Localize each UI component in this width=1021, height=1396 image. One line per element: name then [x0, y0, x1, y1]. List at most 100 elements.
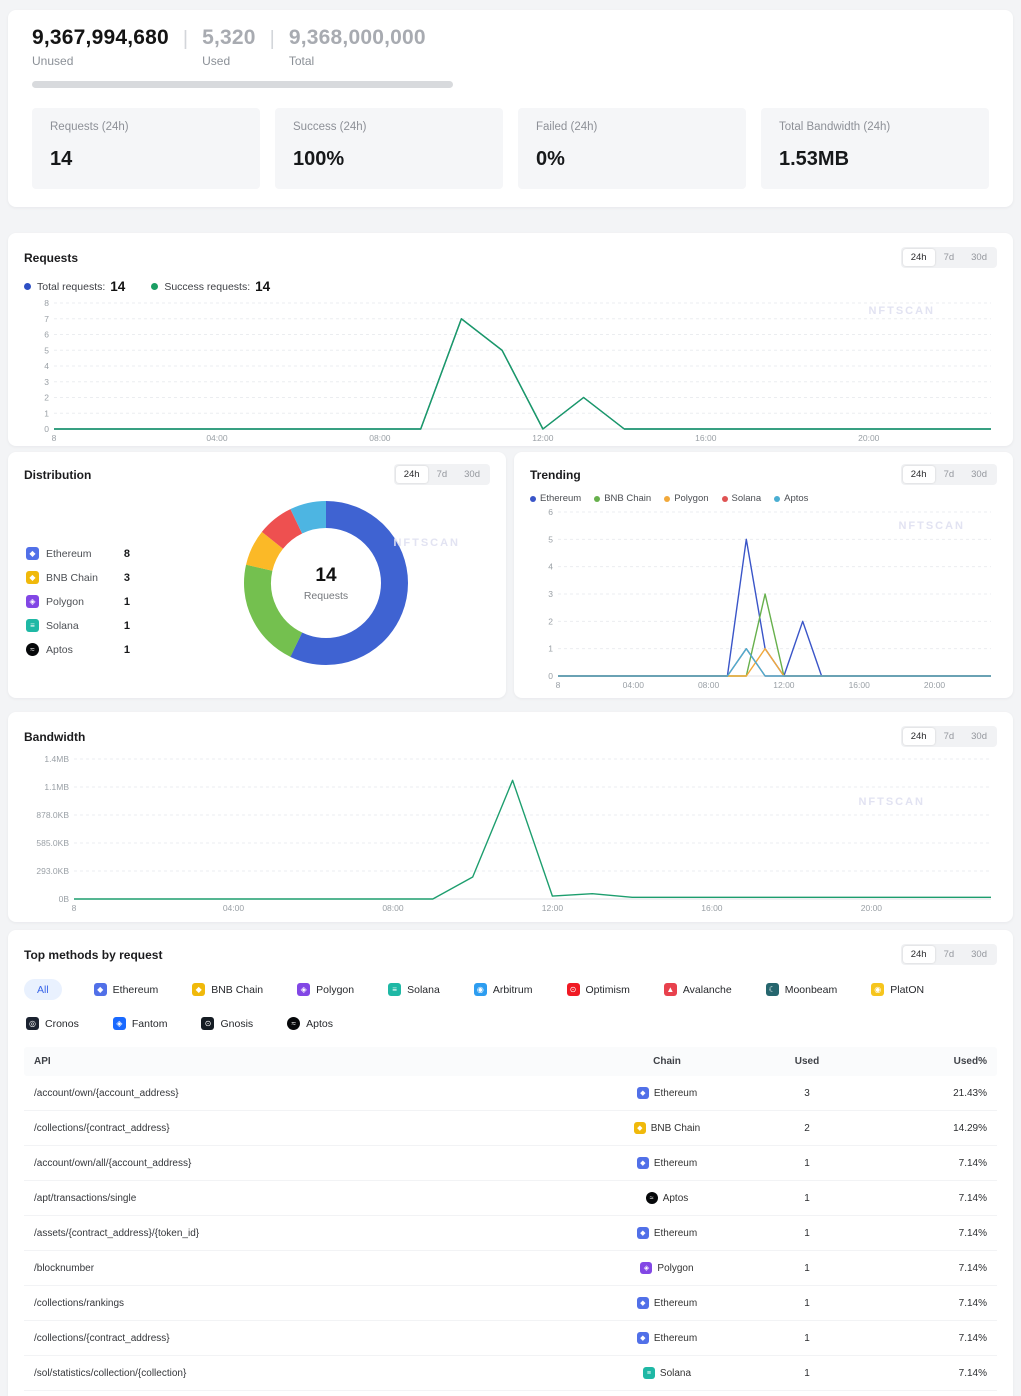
panel-title: Bandwidth — [24, 730, 85, 744]
chain-filter-chip-cronos[interactable]: ◎Cronos — [24, 1013, 81, 1034]
x-axis-label: 12:00 — [532, 433, 554, 443]
table-body: /account/own/{account_address}◆Ethereum3… — [24, 1076, 997, 1396]
chain-filter-chip-solana[interactable]: ≡Solana — [386, 979, 442, 1000]
polygon-icon: ◈ — [26, 595, 39, 608]
requests-panel-header: Requests 24h7d30d — [24, 247, 997, 268]
table-row: /collections/{contract_address}◆BNB Chai… — [24, 1111, 997, 1146]
requests-chart-svg: 012345678804:0008:0012:0016:0020:00 — [24, 297, 997, 445]
distribution-legend-item-polygon[interactable]: ◈Polygon1 — [26, 595, 130, 608]
legend-dot-icon — [774, 496, 780, 502]
panel-title: Trending — [530, 468, 581, 482]
chain-filter-chip-bnb-chain[interactable]: ◆BNB Chain — [190, 979, 265, 1000]
time-range-button-7d[interactable]: 7d — [429, 466, 456, 483]
chain-name: Ethereum — [654, 1298, 697, 1309]
time-range-button-24h[interactable]: 24h — [396, 466, 428, 483]
table-row: /collections/{contract_address}◆Ethereum… — [24, 1321, 997, 1356]
x-axis-label: 12:00 — [773, 680, 795, 690]
legend-dot-icon — [594, 496, 600, 502]
used-cell: 3 — [747, 1088, 867, 1099]
chain-filter-chip-optimism[interactable]: ⊙Optimism — [565, 979, 632, 1000]
used-cell: 1 — [747, 1298, 867, 1309]
trending-legend-item-solana[interactable]: Solana — [722, 493, 762, 504]
chip-label: Cronos — [45, 1018, 79, 1030]
x-axis-label: 8 — [72, 903, 77, 913]
unused-label: Unused — [32, 54, 169, 68]
chain-filter-chip-fantom[interactable]: ◈Fantom — [111, 1013, 170, 1034]
time-range-button-7d[interactable]: 7d — [936, 728, 963, 745]
platon-icon: ◉ — [871, 983, 884, 996]
chain-name: Ethereum — [654, 1158, 697, 1169]
chain-filter-chip-moonbeam[interactable]: ☾Moonbeam — [764, 979, 840, 1000]
table-row: /account/own/all/{account_address}◆Ether… — [24, 1146, 997, 1181]
usage-total-group: 9,368,000,000 Total — [289, 26, 426, 68]
solana-icon: ≡ — [643, 1367, 655, 1379]
time-range-button-30d[interactable]: 30d — [963, 728, 995, 745]
legend-item-success-requests-[interactable]: Success requests:14 — [151, 279, 270, 294]
bnb-chain-icon: ◆ — [26, 571, 39, 584]
donut-chart-mount — [242, 499, 410, 667]
chain-cell: ◆Ethereum — [587, 1087, 747, 1099]
legend-item-total-requests-[interactable]: Total requests:14 — [24, 279, 125, 294]
x-axis-label: 08:00 — [698, 680, 720, 690]
x-axis-label: 12:00 — [542, 903, 564, 913]
distribution-panel-header: Distribution 24h7d30d — [24, 464, 490, 485]
table-row: /collections/rankings◆Ethereum17.14% — [24, 1286, 997, 1321]
chain-filter-chip-platon[interactable]: ◉PlatON — [869, 979, 926, 1000]
distribution-legend-item-solana[interactable]: ≡Solana1 — [26, 619, 130, 632]
distribution-legend-item-ethereum[interactable]: ◆Ethereum8 — [26, 547, 130, 560]
chain-filter-chip-polygon[interactable]: ◈Polygon — [295, 979, 356, 1000]
series-line-success-requests — [54, 319, 991, 429]
trending-legend-item-aptos[interactable]: Aptos — [774, 493, 808, 504]
used-cell: 1 — [747, 1263, 867, 1274]
y-axis-label: 293.0KB — [36, 866, 69, 876]
distribution-legend-item-aptos[interactable]: ≈Aptos1 — [26, 643, 130, 656]
requests-line-chart: 012345678804:0008:0012:0016:0020:00 — [24, 297, 997, 445]
trending-legend-item-bnb-chain[interactable]: BNB Chain — [594, 493, 651, 504]
chain-name: Solana — [660, 1368, 691, 1379]
used-cell: 2 — [747, 1123, 867, 1134]
usage-progress-bar — [32, 81, 453, 88]
time-range-button-24h[interactable]: 24h — [903, 728, 935, 745]
chain-filter-chip-aptos[interactable]: ≈Aptos — [285, 1013, 335, 1034]
unused-value: 9,367,994,680 — [32, 26, 169, 50]
ethereum-icon: ◆ — [637, 1087, 649, 1099]
time-range-button-24h[interactable]: 24h — [903, 249, 935, 266]
chain-filter-chip-avalanche[interactable]: ▲Avalanche — [662, 979, 734, 1000]
time-range-button-30d[interactable]: 30d — [963, 946, 995, 963]
trending-legend-item-polygon[interactable]: Polygon — [664, 493, 708, 504]
y-axis-label: 585.0KB — [36, 838, 69, 848]
x-axis-label: 16:00 — [701, 903, 723, 913]
chain-name: Aptos — [663, 1193, 689, 1204]
time-range-button-24h[interactable]: 24h — [903, 466, 935, 483]
top-methods-panel: Top methods by request 24h7d30d All◆Ethe… — [8, 930, 1013, 1396]
chain-name: Solana — [46, 620, 124, 632]
x-axis-label: 04:00 — [206, 433, 228, 443]
optimism-icon: ⊙ — [567, 983, 580, 996]
time-range-button-24h[interactable]: 24h — [903, 946, 935, 963]
ethereum-icon: ◆ — [26, 547, 39, 560]
time-range-button-7d[interactable]: 7d — [936, 466, 963, 483]
distribution-panel: Distribution 24h7d30d ◆Ethereum8 ◆BNB Cha… — [8, 452, 506, 698]
used-value: 5,320 — [202, 26, 256, 50]
chain-filter-chip-all[interactable]: All — [24, 979, 62, 1000]
y-axis-label: 5 — [44, 345, 49, 355]
chain-name: Ethereum — [654, 1228, 697, 1239]
time-range-button-7d[interactable]: 7d — [936, 249, 963, 266]
bandwidth-line-chart: 0B293.0KB585.0KB878.0KB1.1MB1.4MB804:000… — [24, 753, 997, 915]
chain-filter-chip-arbitrum[interactable]: ◉Arbitrum — [472, 979, 535, 1000]
time-range-button-30d[interactable]: 30d — [963, 249, 995, 266]
used-pct-cell: 14.29% — [867, 1123, 987, 1134]
chain-filter-chip-ethereum[interactable]: ◆Ethereum — [92, 979, 161, 1000]
chain-filter-chip-gnosis[interactable]: ⊙Gnosis — [199, 1013, 255, 1034]
y-axis-label: 2 — [44, 393, 49, 403]
trending-legend-item-ethereum[interactable]: Ethereum — [530, 493, 581, 504]
time-range-button-30d[interactable]: 30d — [963, 466, 995, 483]
time-range-button-30d[interactable]: 30d — [456, 466, 488, 483]
stat-card-requests: Requests (24h) 14 — [32, 108, 260, 189]
distribution-legend-item-bnb-chain[interactable]: ◆BNB Chain3 — [26, 571, 130, 584]
bandwidth-chart-svg: 0B293.0KB585.0KB878.0KB1.1MB1.4MB804:000… — [24, 753, 997, 915]
distribution-legend: ◆Ethereum8 ◆BNB Chain3 ◈Polygon1 ≡Solana1 ≈A… — [26, 547, 130, 656]
time-range-button-7d[interactable]: 7d — [936, 946, 963, 963]
table-row: /apt/transactions/single≈Aptos17.14% — [24, 1181, 997, 1216]
arbitrum-icon: ◉ — [474, 983, 487, 996]
